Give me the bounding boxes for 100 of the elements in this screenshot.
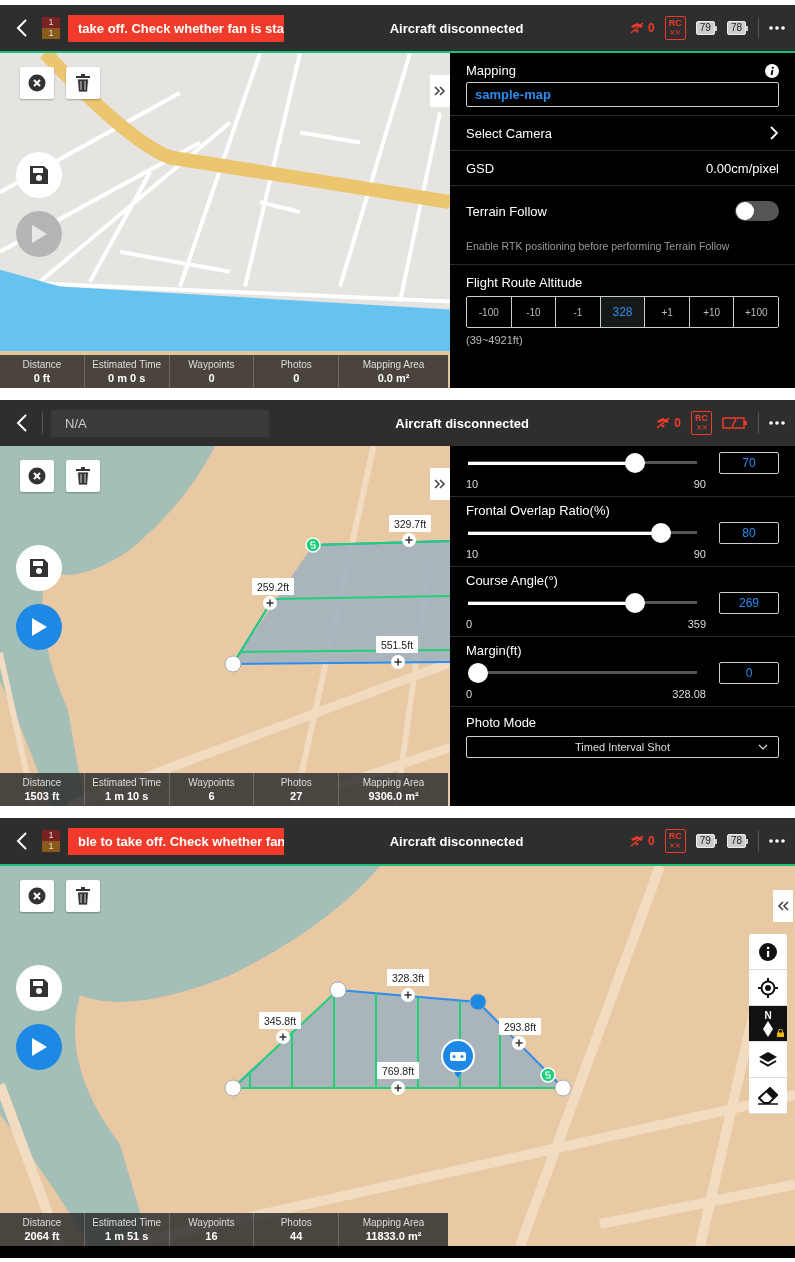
stat-label: Photos <box>280 777 312 788</box>
add-point-icon[interactable] <box>512 1036 526 1050</box>
signal-count: 0 <box>674 416 681 430</box>
stat-label: Estimated Time <box>92 777 162 788</box>
slider-min: 10 <box>466 478 479 490</box>
alert-banner[interactable]: take off. Check whether fan is sta <box>68 14 284 42</box>
back-icon[interactable] <box>16 831 28 851</box>
stat-label: Distance <box>22 1217 62 1228</box>
alert-banner[interactable]: ble to take off. Check whether fan <box>68 827 284 855</box>
waypoint-handle[interactable] <box>224 1079 242 1097</box>
save-icon <box>29 165 49 185</box>
altitude-step-button[interactable]: -100 <box>467 297 512 327</box>
close-button[interactable] <box>20 880 54 912</box>
slider-value-field[interactable]: 80 <box>719 522 779 544</box>
stat-value: 0 m 0 s <box>108 372 146 384</box>
collapse-panel-button[interactable] <box>430 468 450 500</box>
terrain-follow-toggle[interactable] <box>735 201 779 221</box>
double-chevron-icon <box>777 901 789 911</box>
more-icon[interactable] <box>769 421 785 425</box>
slider-thumb[interactable] <box>624 593 645 613</box>
stat-label: Mapping Area <box>362 777 425 788</box>
slider-value-field[interactable]: 269 <box>719 592 779 614</box>
slider-thumb[interactable] <box>650 523 671 543</box>
name-field[interactable]: N/A <box>51 409 269 437</box>
select-camera-row[interactable]: Select Camera <box>450 116 795 151</box>
add-point-icon[interactable] <box>263 596 277 610</box>
more-icon[interactable] <box>769 839 785 843</box>
edge-length-label: 328.3ft <box>391 972 425 984</box>
connection-status: Aircraft disconnected <box>388 833 525 849</box>
delete-button[interactable] <box>66 460 100 492</box>
info-button[interactable] <box>749 934 787 970</box>
close-button[interactable] <box>20 460 54 492</box>
slider-value-field[interactable]: 70 <box>719 452 779 474</box>
add-point-icon[interactable] <box>391 1081 405 1095</box>
stat-label: Mapping Area <box>362 1217 425 1228</box>
stat-label: Waypoints <box>188 359 235 370</box>
close-button[interactable] <box>20 67 54 99</box>
cross-icon <box>696 425 707 430</box>
stat-label: Estimated Time <box>92 1217 162 1228</box>
waypoint-handle[interactable] <box>469 993 487 1011</box>
expand-panel-button[interactable] <box>773 890 793 922</box>
lock-icon <box>777 1029 784 1037</box>
stat-value: 11833.0 m² <box>365 1230 422 1242</box>
delete-button[interactable] <box>66 67 100 99</box>
play-icon <box>30 224 48 244</box>
add-point-icon[interactable] <box>402 533 416 547</box>
mission-name-field[interactable]: sample-map <box>466 82 779 107</box>
trash-icon <box>76 887 90 905</box>
waypoint-handle[interactable] <box>329 981 347 999</box>
save-icon <box>29 978 49 998</box>
battery-level: 78 <box>726 21 746 35</box>
stat-value: 0 <box>208 372 215 384</box>
gsd-value: 0.00cm/pixel <box>706 160 779 176</box>
chevron-right-icon <box>770 126 779 140</box>
remote-status-badge: RC <box>664 16 686 40</box>
add-point-icon[interactable] <box>276 1030 290 1044</box>
play-icon <box>30 1037 48 1057</box>
gsd-label: GSD <box>466 160 495 176</box>
layers-icon <box>758 1050 778 1069</box>
info-icon[interactable] <box>765 63 779 78</box>
stat-label: Waypoints <box>188 777 235 788</box>
start-point-icon <box>540 1067 556 1083</box>
stat-value: 0 <box>293 372 300 384</box>
waypoint-handle[interactable] <box>224 655 242 673</box>
waypoint-handle[interactable] <box>554 1079 572 1097</box>
connection-status: Aircraft disconnected <box>394 415 530 431</box>
eraser-icon <box>758 1086 778 1105</box>
slider-min: 0 <box>466 618 473 630</box>
back-icon[interactable] <box>16 18 28 38</box>
slider-thumb[interactable] <box>624 453 645 473</box>
slider-min: 10 <box>466 548 479 560</box>
stat-value: 2064 ft <box>24 1230 60 1242</box>
play-icon <box>30 617 48 637</box>
delete-button[interactable] <box>66 880 100 912</box>
altitude-range: (39~4921ft) <box>465 333 524 348</box>
slider-value-field[interactable]: 0 <box>719 662 779 684</box>
panel-title: Mapping <box>466 63 516 78</box>
stat-value: 16 <box>205 1230 218 1242</box>
caret-icon <box>758 744 768 750</box>
compass-button[interactable]: N <box>749 1006 787 1042</box>
slider-thumb[interactable] <box>468 663 488 683</box>
drone-signal-icon <box>629 834 646 848</box>
stat-value: 9306.0 m² <box>368 790 419 802</box>
altitude-value[interactable]: 328 <box>600 297 646 327</box>
battery-level: 79 <box>695 834 715 848</box>
photo-mode-dropdown[interactable]: Timed Interval Shot <box>466 736 779 758</box>
battery-level: 79 <box>695 21 715 35</box>
connection-status: Aircraft disconnected <box>388 20 525 36</box>
stat-label: Distance <box>22 777 62 788</box>
collapse-panel-button[interactable] <box>430 75 450 107</box>
stat-value: 6 <box>208 790 215 802</box>
slider-max: 328.08 <box>672 688 706 700</box>
double-chevron-icon <box>434 86 446 96</box>
close-icon <box>28 887 46 905</box>
more-icon[interactable] <box>769 26 785 30</box>
add-point-icon[interactable] <box>401 988 415 1002</box>
add-point-icon[interactable] <box>391 655 405 669</box>
slider-label: Frontal Overlap Ratio(%) <box>466 503 611 518</box>
back-icon[interactable] <box>16 413 28 433</box>
stat-value: 1 m 51 s <box>104 1230 149 1242</box>
